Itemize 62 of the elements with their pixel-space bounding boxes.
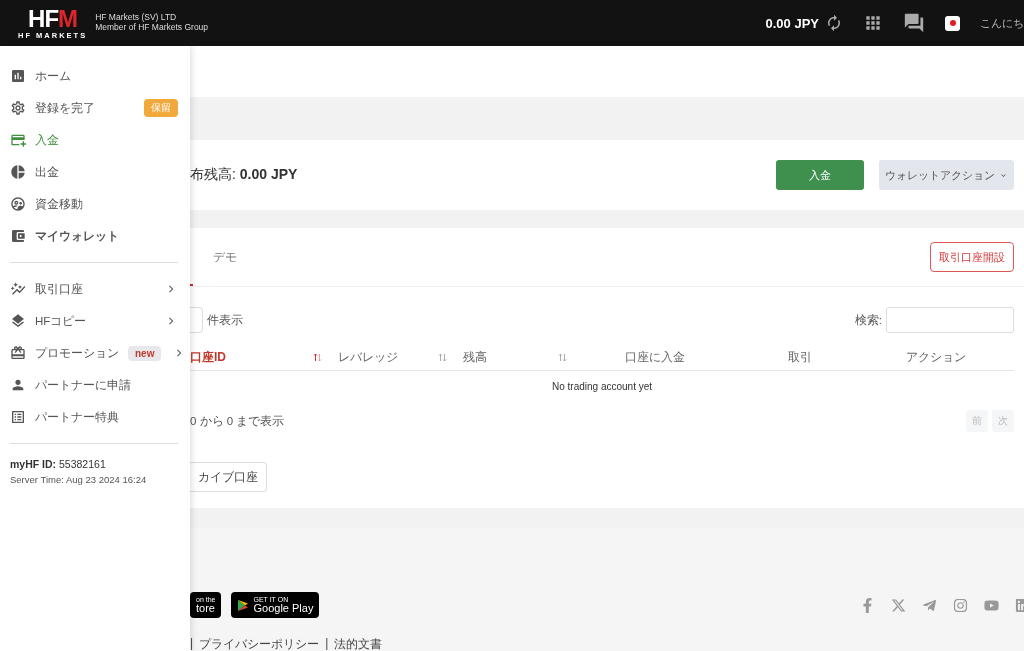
flag-icon[interactable] <box>945 15 960 31</box>
sidebar-item[interactable]: 出金 <box>10 156 178 188</box>
open-account-button[interactable]: 取引口座開設 <box>930 242 1014 272</box>
refresh-icon[interactable] <box>825 14 843 32</box>
gear-icon <box>10 100 26 116</box>
sidebar-item[interactable]: 資金移動 <box>10 188 178 220</box>
balance-text: 0.00 JPY <box>765 15 819 31</box>
page-length-select[interactable] <box>190 307 203 333</box>
company-text: HF Markets (SV) LTD <box>95 13 178 23</box>
search-field[interactable] <box>886 307 1014 333</box>
status-badge: new <box>128 345 162 361</box>
sidebar-item[interactable]: 入金 <box>10 124 178 156</box>
telegram-icon[interactable] <box>922 597 937 613</box>
greeting-text: こんにち <box>980 15 1024 31</box>
list-icon <box>10 409 26 425</box>
sort-icon <box>313 353 322 362</box>
sort-icon <box>438 353 447 362</box>
gift-icon <box>10 345 26 361</box>
search-label: 検索: <box>854 312 882 328</box>
card-add-icon <box>10 132 26 148</box>
deposit-button[interactable]: 入金 <box>776 160 864 190</box>
length-label: 件表示 <box>207 312 243 328</box>
wallet-actions-button[interactable]: ウォレットアクション <box>879 160 1014 190</box>
sidebar-item[interactable]: 登録を完了 保留 <box>10 92 178 124</box>
id-text: myHF ID: 55382161 <box>10 458 107 470</box>
wallet-icon <box>10 228 26 244</box>
footer-link[interactable]: 法的文書 <box>334 636 383 651</box>
wallet-balance-text: 布残高: 0.00 JPY <box>190 166 298 184</box>
sidebar-item[interactable]: 取引口座 <box>10 273 178 305</box>
table-info: 0 から 0 まで表示 <box>190 413 285 429</box>
x-icon[interactable] <box>891 597 906 613</box>
apps-grid-icon[interactable] <box>863 13 883 33</box>
column-header: アクション <box>905 349 966 366</box>
sort-icon <box>558 353 567 362</box>
chat-icon[interactable] <box>903 12 925 34</box>
sidebar-item[interactable]: パートナー特典 <box>10 401 178 433</box>
link-separator: | <box>190 636 194 650</box>
column-header[interactable]: 残高 <box>463 349 567 366</box>
tab[interactable]: デモ <box>213 248 237 266</box>
chart-icon <box>10 68 26 84</box>
link-separator: | <box>325 636 329 650</box>
column-header[interactable]: レバレッジ <box>338 349 447 366</box>
sidebar-item[interactable]: ホーム <box>10 60 178 92</box>
status-badge: 保留 <box>144 99 178 117</box>
footer-link[interactable]: プライバシーポリシー <box>199 636 320 651</box>
sidebar-item[interactable]: マイウォレット <box>10 220 178 252</box>
layers-icon <box>10 313 26 329</box>
sidebar-item[interactable]: パートナーに申請 <box>10 369 178 401</box>
empty-message: No trading account yet <box>550 380 654 394</box>
column-header[interactable]: 口座ID <box>190 349 322 366</box>
person-icon <box>10 377 26 393</box>
column-header: 口座に入金 <box>625 349 685 366</box>
sidebar-item[interactable]: プロモーション new <box>10 337 178 369</box>
facebook-icon[interactable] <box>860 597 875 613</box>
sidebar-item[interactable]: HFコピー <box>10 305 178 337</box>
archive-button[interactable]: カイブ口座 <box>190 462 267 492</box>
server-time-text: Server Time: Aug 23 2024 16:24 <box>10 474 148 485</box>
instagram-icon[interactable] <box>953 597 968 613</box>
column-header: 取引 <box>788 349 812 366</box>
graph-icon <box>10 281 26 297</box>
company-text: Member of HF Markets Group <box>95 23 209 33</box>
pie-chart-icon <box>10 164 26 180</box>
